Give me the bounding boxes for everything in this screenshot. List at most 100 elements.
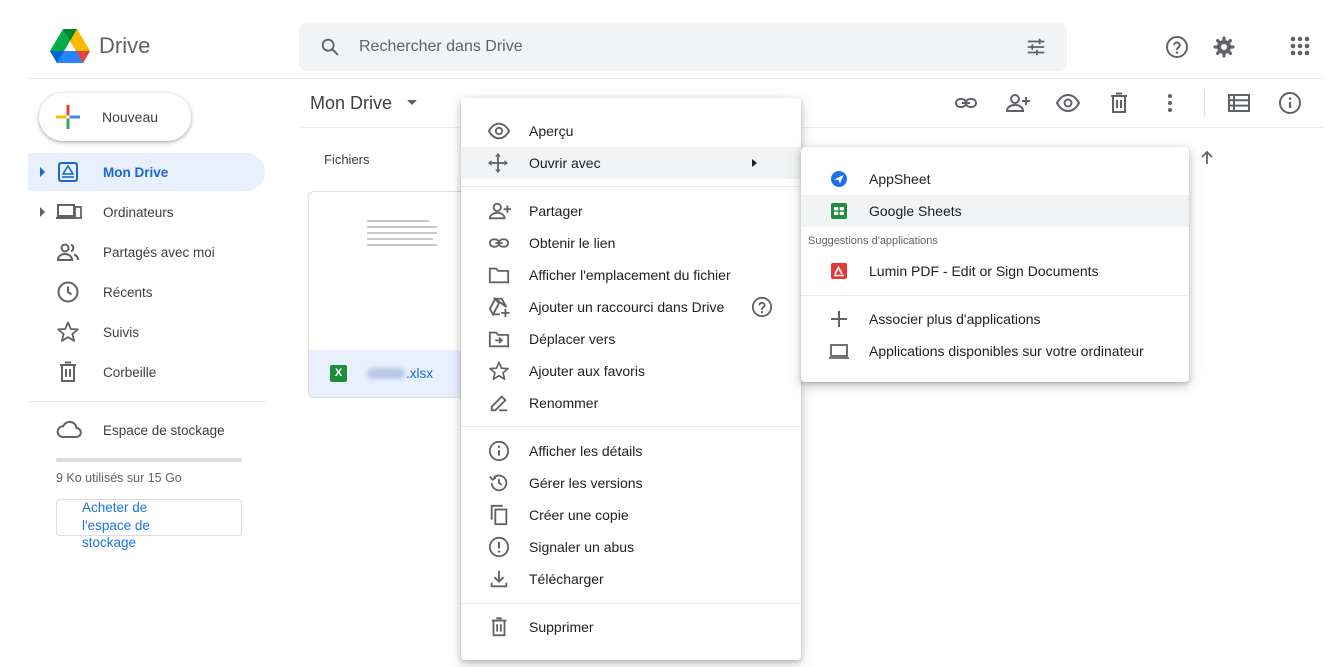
menu-item-label: Obtenir le lien: [529, 235, 616, 251]
help-icon[interactable]: [1165, 35, 1189, 59]
open-with-icon: [487, 152, 509, 174]
sidebar-item-starred[interactable]: Suivis: [28, 313, 265, 351]
expand-arrow-icon[interactable]: [40, 207, 45, 217]
file-card-footer: X .xlsx: [309, 350, 467, 397]
menu-item-label: Déplacer vers: [529, 331, 616, 347]
copy-icon: [487, 504, 511, 526]
sidebar-item-label: Partagés avec moi: [103, 245, 215, 260]
menu-item-delete[interactable]: Supprimer: [461, 611, 801, 643]
plus-icon: [829, 309, 849, 329]
laptop-icon: [829, 341, 849, 361]
menu-item-label: Signaler un abus: [529, 539, 635, 555]
submenu-item-connect-more-apps[interactable]: Associer plus d'applications: [801, 303, 1189, 335]
add-person-icon[interactable]: [1005, 91, 1031, 115]
more-vert-icon[interactable]: [1158, 91, 1182, 115]
submenu-item-lumin-pdf[interactable]: Lumin PDF - Edit or Sign Documents: [801, 255, 1189, 287]
submenu-divider: [801, 295, 1189, 296]
menu-item-preview[interactable]: Aperçu: [461, 115, 801, 147]
submenu-item-label: Google Sheets: [869, 203, 962, 219]
sidebar-item-trash[interactable]: Corbeille: [28, 353, 265, 391]
menu-item-add-favorite[interactable]: Ajouter aux favoris: [461, 355, 801, 387]
menu-item-label: Créer une copie: [529, 507, 629, 523]
menu-item-share[interactable]: Partager: [461, 195, 801, 227]
submenu-item-computer-apps[interactable]: Applications disponibles sur votre ordin…: [801, 335, 1189, 367]
blurred-file-name: [367, 368, 405, 379]
file-card[interactable]: X .xlsx: [308, 191, 468, 398]
list-view-icon[interactable]: [1227, 91, 1251, 115]
submenu-item-google-sheets[interactable]: Google Sheets: [801, 195, 1189, 227]
sidebar-item-computers[interactable]: Ordinateurs: [28, 193, 265, 231]
buy-storage-button[interactable]: Acheter de l'espace de stockage: [56, 499, 242, 550]
colorful-plus-icon: [56, 105, 80, 129]
clock-icon: [56, 280, 80, 304]
eye-icon: [487, 120, 511, 142]
menu-item-download[interactable]: Télécharger: [461, 563, 801, 595]
settings-icon[interactable]: [1212, 35, 1236, 59]
storage-label: Espace de stockage: [103, 423, 225, 438]
new-button[interactable]: Nouveau: [39, 93, 191, 141]
sidebar-item-label: Mon Drive: [103, 165, 169, 180]
help-icon[interactable]: [751, 296, 773, 318]
buy-storage-label: Acheter de l'espace de stockage: [82, 500, 150, 550]
menu-item-details[interactable]: Afficher les détails: [461, 435, 801, 467]
sidebar-item-label: Ordinateurs: [103, 205, 174, 220]
menu-item-label: Partager: [529, 203, 583, 219]
header-divider: [28, 78, 1323, 79]
storage-progress-bar: [56, 458, 242, 462]
drive-logo[interactable]: [50, 29, 90, 63]
menu-item-label: Aperçu: [529, 123, 574, 139]
excel-icon: X: [330, 365, 347, 382]
menu-item-label: Afficher les détails: [529, 443, 643, 459]
submenu-arrow-icon: [752, 159, 757, 167]
suggestions-caption: Suggestions d'applications: [808, 235, 938, 247]
menu-item-get-link[interactable]: Obtenir le lien: [461, 227, 801, 259]
menu-divider: [461, 603, 801, 604]
info-icon[interactable]: [1278, 91, 1302, 115]
storage-used-text: 9 Ko utilisés sur 15 Go: [56, 471, 182, 485]
sort-arrow-icon[interactable]: [1199, 150, 1215, 166]
search-icon[interactable]: [319, 36, 341, 58]
sidebar-item-storage[interactable]: Espace de stockage: [28, 411, 265, 449]
link-icon[interactable]: [954, 91, 978, 115]
search-input[interactable]: [359, 23, 999, 71]
search-bar[interactable]: [299, 23, 1067, 71]
rename-icon: [487, 392, 511, 414]
menu-item-open-with[interactable]: Ouvrir avec: [461, 147, 801, 179]
sidebar-item-my-drive[interactable]: Mon Drive: [28, 153, 265, 191]
toolbar-separator: [1204, 90, 1205, 116]
page-title[interactable]: Mon Drive: [310, 93, 392, 114]
tune-icon[interactable]: [1025, 36, 1047, 58]
top-bar: Drive: [0, 0, 1335, 78]
menu-item-make-copy[interactable]: Créer une copie: [461, 499, 801, 531]
report-icon: [487, 536, 511, 558]
submenu-item-label: AppSheet: [869, 171, 931, 187]
menu-item-rename[interactable]: Renommer: [461, 387, 801, 419]
menu-item-report-abuse[interactable]: Signaler un abus: [461, 531, 801, 563]
sidebar-item-recent[interactable]: Récents: [28, 273, 265, 311]
cloud-icon: [56, 418, 82, 442]
menu-item-label: Renommer: [529, 395, 599, 411]
menu-item-label: Ajouter un raccourci dans Drive: [529, 299, 725, 315]
folder-icon: [487, 264, 511, 286]
sidebar-divider: [28, 401, 265, 402]
menu-item-move-to[interactable]: Déplacer vers: [461, 323, 801, 355]
link-icon: [487, 232, 511, 254]
menu-item-show-location[interactable]: Afficher l'emplacement du fichier: [461, 259, 801, 291]
trash-icon[interactable]: [1107, 91, 1131, 115]
context-menu: Aperçu Ouvrir avec Partager Obtenir le l…: [461, 98, 801, 660]
expand-arrow-icon[interactable]: [40, 167, 45, 177]
title-dropdown-icon[interactable]: [407, 100, 417, 105]
menu-item-add-shortcut[interactable]: Ajouter un raccourci dans Drive: [461, 291, 801, 323]
preview-icon[interactable]: [1056, 91, 1080, 115]
submenu-item-label: Applications disponibles sur votre ordin…: [869, 343, 1144, 359]
submenu-item-appsheet[interactable]: AppSheet: [801, 163, 1189, 195]
google-sheets-icon: [829, 201, 849, 221]
menu-item-label: Ajouter aux favoris: [529, 363, 645, 379]
menu-item-label: Supprimer: [529, 619, 594, 635]
menu-item-versions[interactable]: Gérer les versions: [461, 467, 801, 499]
apps-grid-icon[interactable]: [1289, 35, 1311, 57]
submenu-item-label: Associer plus d'applications: [869, 311, 1041, 327]
menu-item-label: Afficher l'emplacement du fichier: [529, 267, 731, 283]
app-name: Drive: [99, 33, 151, 58]
sidebar-item-shared[interactable]: Partagés avec moi: [28, 233, 265, 271]
